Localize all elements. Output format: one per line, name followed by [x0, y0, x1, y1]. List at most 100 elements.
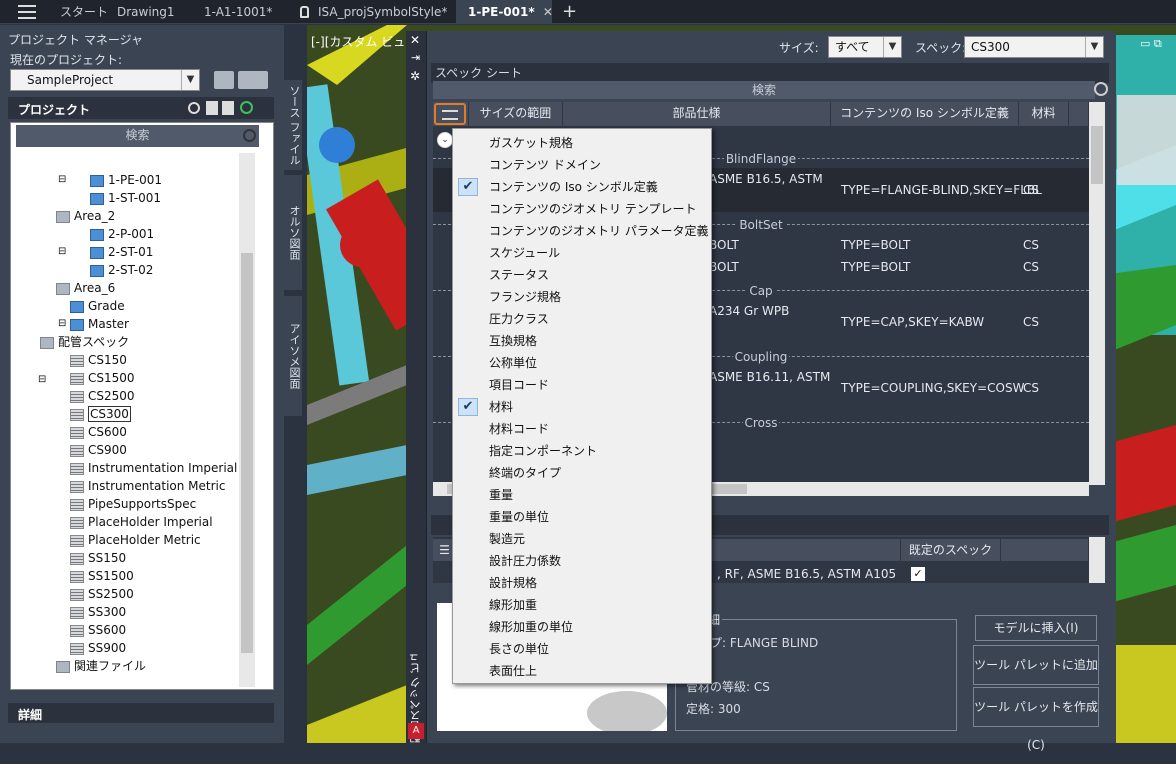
expand-toggle-icon[interactable]: ⊟	[58, 171, 66, 189]
tree-item[interactable]: Area_2	[56, 207, 115, 225]
search-icon[interactable]	[188, 102, 200, 114]
column-menu-item[interactable]: 設計圧力係数	[453, 550, 711, 572]
column-chooser-icon[interactable]	[434, 103, 466, 125]
tree-item[interactable]: CS600	[70, 423, 127, 441]
current-project-select[interactable]: SampleProject ▼	[10, 69, 200, 91]
tree-item[interactable]: Instrumentation Metric	[70, 477, 225, 495]
tab-drawing1[interactable]: Drawing1	[117, 0, 175, 24]
tree-item[interactable]: 2-ST-02	[90, 261, 153, 279]
tree-item[interactable]: SS1500	[70, 567, 134, 585]
tree-item[interactable]: CS300	[70, 405, 131, 423]
column-menu-item[interactable]: 製造元	[453, 528, 711, 550]
column-menu-item[interactable]: 重量の単位	[453, 506, 711, 528]
tree-item[interactable]: PipeSupportsSpec	[70, 495, 196, 513]
column-header-default-spec[interactable]: 既定のスペック	[901, 539, 1001, 561]
tab-isa-projsymbolstyle[interactable]: ISA_projSymbolStyle*	[318, 0, 447, 24]
tree-item[interactable]: SS300	[70, 603, 126, 621]
search-icon[interactable]	[1094, 82, 1108, 96]
part-list-spec-cell[interactable]: , RF, ASME B16.5, ASTM A105	[717, 567, 896, 581]
expand-toggle-icon[interactable]: ⊟	[58, 315, 66, 333]
tree-item[interactable]: CS1500	[70, 369, 135, 387]
new-drawing-icon[interactable]	[206, 101, 218, 115]
copy-drawing-icon[interactable]	[222, 101, 234, 115]
tree-item[interactable]: PlaceHolder Imperial	[70, 513, 213, 531]
column-header-part-spec[interactable]: 部品仕様	[563, 102, 831, 126]
column-menu-item[interactable]: 終端のタイプ	[453, 462, 711, 484]
tab-source-files[interactable]: ソース ファイル	[284, 80, 302, 170]
column-menu-item[interactable]: 表面仕上	[453, 660, 711, 682]
tree-item[interactable]: Instrumentation Imperial	[70, 459, 237, 477]
tree-item[interactable]: SS900	[70, 639, 126, 657]
close-icon[interactable]: ✕	[410, 33, 420, 47]
column-menu-item[interactable]: 公称単位	[453, 352, 711, 374]
column-menu-item[interactable]: ステータス	[453, 264, 711, 286]
column-header-size-range[interactable]: サイズの範囲	[469, 102, 563, 126]
project-search-input[interactable]: 検索	[16, 125, 259, 147]
column-menu-item[interactable]: フランジ規格	[453, 286, 711, 308]
tree-item[interactable]: CS150	[70, 351, 127, 369]
spec-select[interactable]: CS300 ▼	[964, 36, 1104, 58]
column-menu-item[interactable]: 線形加重	[453, 594, 711, 616]
refresh-icon[interactable]	[240, 101, 253, 114]
expand-toggle-icon[interactable]: ⊟	[38, 371, 46, 389]
column-menu-item[interactable]: スケジュール	[453, 242, 711, 264]
autohide-icon[interactable]: ⇥	[411, 51, 420, 64]
search-icon[interactable]	[243, 129, 256, 142]
print-icon[interactable]	[214, 71, 234, 89]
column-menu-item[interactable]: 項目コード	[453, 374, 711, 396]
tree-item[interactable]: 関連ファイル	[56, 657, 146, 675]
column-header-material[interactable]: 材料	[1019, 102, 1069, 126]
print-options-icon[interactable]	[238, 71, 268, 89]
spec-grid-vertical-scrollbar[interactable]	[1089, 102, 1105, 485]
tree-item[interactable]: 1-ST-001	[90, 189, 161, 207]
part-list-scrollbar[interactable]	[1089, 537, 1105, 583]
expand-toggle-icon[interactable]: ⊟	[58, 243, 66, 261]
tree-scrollbar[interactable]	[239, 153, 255, 687]
tree-item[interactable]: SS600	[70, 621, 126, 639]
column-menu-item[interactable]: コンテンツ ドメイン	[453, 154, 711, 176]
tab-start[interactable]: スタート	[60, 0, 108, 24]
create-tool-palette-button[interactable]: ツール パレットを作成(C)	[973, 687, 1099, 752]
tree-item[interactable]: SS2500	[70, 585, 134, 603]
collapse-all-icon[interactable]: ⌄	[437, 132, 453, 148]
insert-into-model-button[interactable]: モデルに挿入(I)	[975, 615, 1097, 641]
tree-item[interactable]: Master	[70, 315, 129, 333]
column-menu-item[interactable]: ✔ 材料	[453, 396, 711, 418]
properties-icon[interactable]: ✲	[410, 69, 420, 83]
column-header-iso-symbol[interactable]: コンテンツの Iso シンボル定義	[831, 102, 1019, 126]
tree-item[interactable]: Area_6	[56, 279, 115, 297]
column-menu-item[interactable]: 長さの単位	[453, 638, 711, 660]
column-menu-item[interactable]: 互換規格	[453, 330, 711, 352]
column-menu-item[interactable]: 重量	[453, 484, 711, 506]
window-restore-icon[interactable]: ▭ ⧉	[1140, 37, 1162, 51]
column-menu-item[interactable]: ガスケット規格	[453, 132, 711, 154]
column-menu-item[interactable]: 指定コンポーネント	[453, 440, 711, 462]
column-menu-item[interactable]: 圧力クラス	[453, 308, 711, 330]
column-menu-button[interactable]	[433, 102, 469, 126]
column-menu-item[interactable]: 設計規格	[453, 572, 711, 594]
tree-item[interactable]: 2-P-001	[90, 225, 154, 243]
tab-iso-drawings[interactable]: アイソメ図面	[284, 296, 302, 416]
column-menu-item[interactable]: ✔ コンテンツの Iso シンボル定義	[453, 176, 711, 198]
tree-item[interactable]: 1-PE-001	[90, 171, 162, 189]
column-menu-item[interactable]: コンテンツのジオメトリ テンプレート	[453, 198, 711, 220]
column-menu-item[interactable]: コンテンツのジオメトリ パラメータ定義	[453, 220, 711, 242]
default-spec-checkbox[interactable]: ✓	[911, 567, 925, 581]
column-menu-item[interactable]: 線形加重の単位	[453, 616, 711, 638]
tree-item[interactable]: 配管スペック	[40, 333, 129, 351]
column-menu-item[interactable]: 材料コード	[453, 418, 711, 440]
tab-1-a1-1001[interactable]: 1-A1-1001*	[204, 0, 272, 24]
new-tab-icon[interactable]: +	[562, 1, 577, 22]
spec-search-input[interactable]: 検索	[433, 81, 1095, 99]
tab-ortho-drawings[interactable]: オルソ図面	[284, 175, 302, 290]
size-select[interactable]: すべて ▼	[828, 36, 902, 58]
tree-item[interactable]: PlaceHolder Metric	[70, 531, 201, 549]
tree-item[interactable]: CS2500	[70, 387, 135, 405]
tree-item[interactable]: Grade	[70, 297, 125, 315]
tree-item[interactable]: CS900	[70, 441, 127, 459]
tab-1-pe-001[interactable]: 1-PE-001* ✕	[456, 0, 553, 24]
add-to-tool-palette-button[interactable]: ツール パレットに追加(A)	[973, 645, 1099, 710]
close-tab-icon[interactable]: ✕	[543, 5, 553, 19]
tree-item[interactable]: 2-ST-01	[90, 243, 153, 261]
hamburger-menu-icon[interactable]	[18, 5, 36, 19]
